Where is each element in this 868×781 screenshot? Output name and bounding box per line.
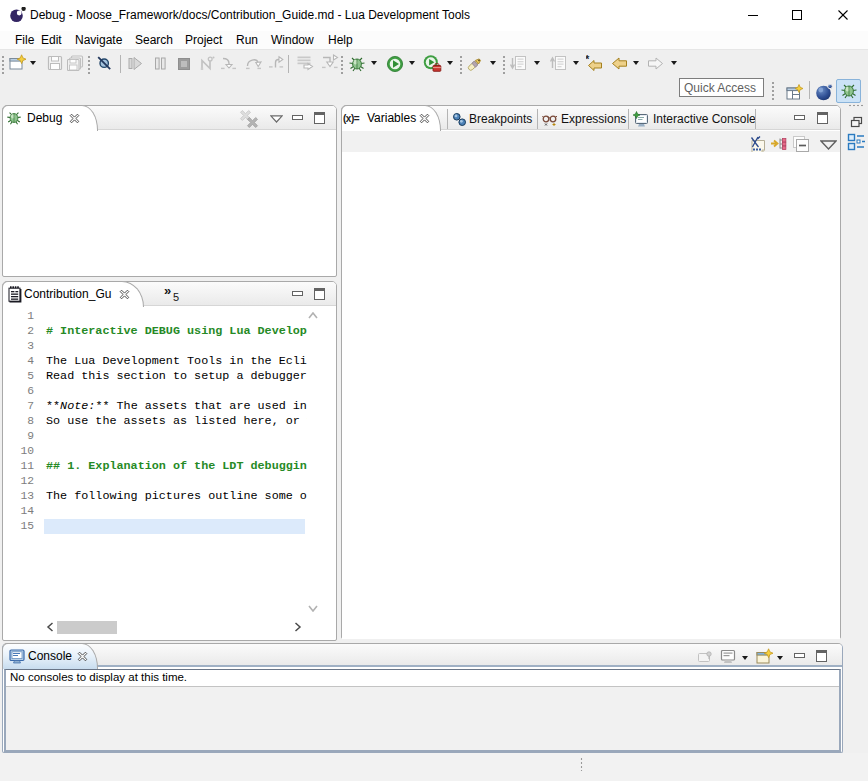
svg-text:*: * <box>586 55 590 65</box>
